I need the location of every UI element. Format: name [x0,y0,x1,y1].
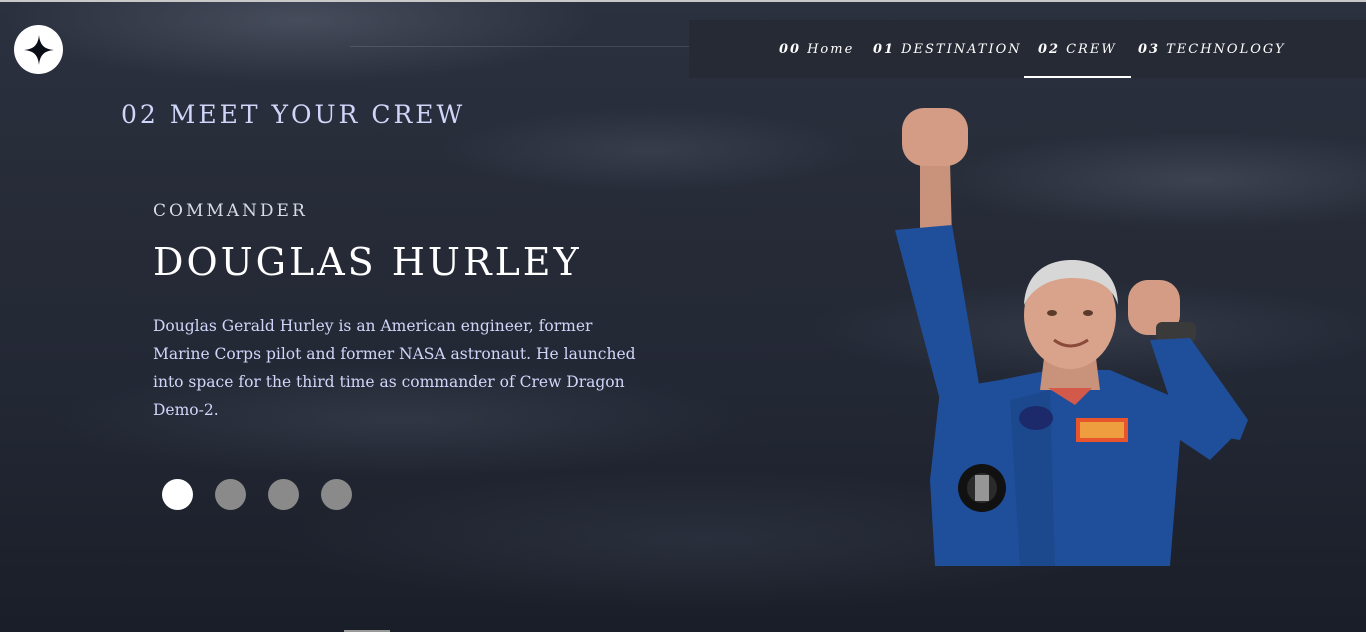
crew-dot-3[interactable] [268,479,299,510]
crew-dot-4[interactable] [321,479,352,510]
nav-number: 02 [1038,41,1061,57]
nav-number: 01 [873,41,896,57]
top-border [0,0,1366,2]
nav-number: 00 [779,41,802,57]
nav-item-home[interactable]: 00 Home [779,20,854,78]
nav-item-destination[interactable]: 01 DESTINATION [873,20,1022,78]
nav-number: 03 [1138,41,1161,57]
crew-bio: Douglas Gerald Hurley is an American eng… [153,317,636,419]
page-title: 02 MEET YOUR CREW [121,100,466,129]
nav-item-technology[interactable]: 03 TECHNOLOGY [1138,20,1286,78]
crew-dot-2[interactable] [215,479,246,510]
astronaut-photo [895,108,1248,566]
crew-dot-1[interactable] [162,479,193,510]
nav-label: DESTINATION [901,41,1022,57]
nav-label: CREW [1066,41,1117,57]
crew-role: COMMANDER [153,201,308,221]
nav-label: TECHNOLOGY [1166,41,1286,57]
star-icon [23,34,54,65]
main-navigation: 00 Home 01 DESTINATION 02 CREW 03 TECHNO… [689,20,1366,78]
nav-item-crew[interactable]: 02 CREW [1024,20,1131,78]
logo[interactable] [14,25,63,74]
nav-divider [350,46,690,47]
crew-name: DOUGLAS HURLEY [153,240,582,284]
nav-label: Home [807,41,855,57]
